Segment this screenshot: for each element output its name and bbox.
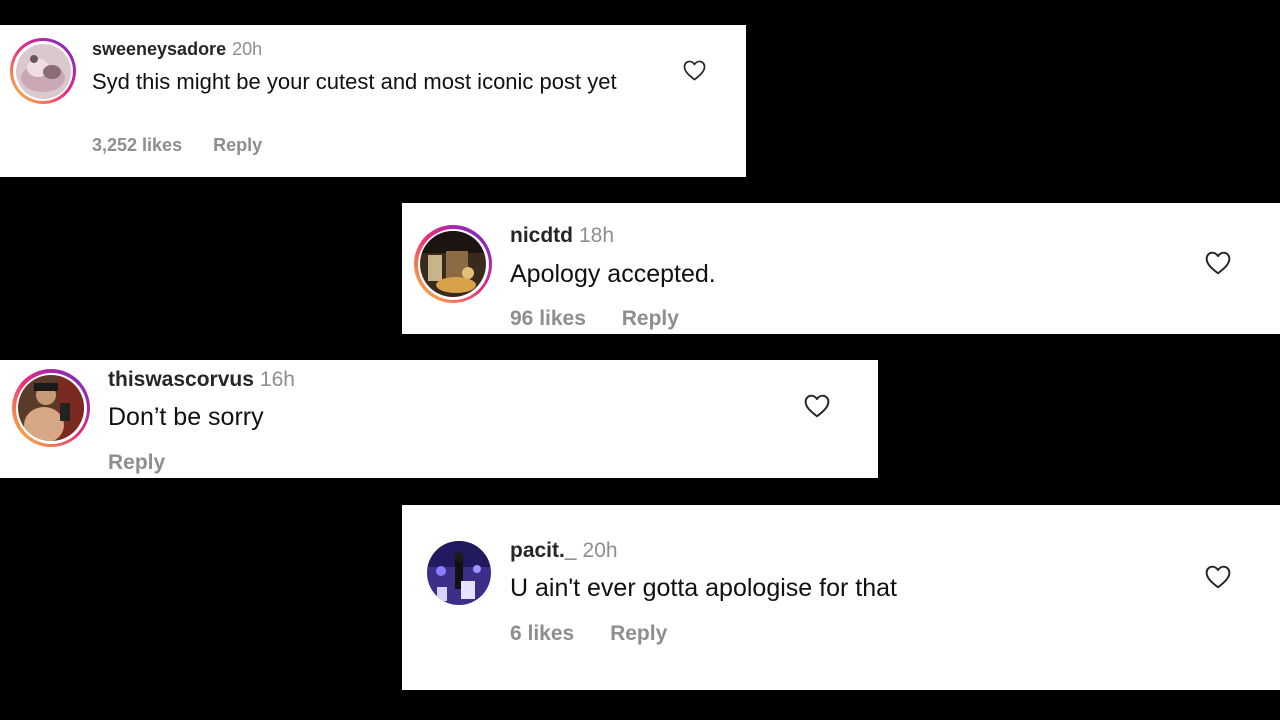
reply-button[interactable]: Reply [108, 451, 165, 474]
avatar [18, 375, 84, 441]
timestamp: 20h [582, 539, 618, 562]
likes-count[interactable]: 3,252 likes [92, 135, 182, 155]
reply-button[interactable]: Reply [610, 622, 667, 645]
likes-count[interactable]: 6 likes [510, 622, 574, 645]
comment-meta: 6 likes Reply [510, 622, 667, 646]
timestamp: 20h [232, 39, 263, 59]
likes-count[interactable]: 96 likes [510, 307, 586, 330]
comment-text: U ain't ever gotta apologise for that [510, 574, 897, 602]
comment-card: thiswascorvus 16h Don’t be sorry Reply [0, 360, 878, 478]
comment-meta: 96 likes Reply [510, 307, 679, 331]
reply-button[interactable]: Reply [622, 307, 679, 330]
reply-button[interactable]: Reply [213, 135, 262, 155]
username-link[interactable]: pacit._ [510, 539, 577, 562]
comment-meta: 3,252 likes Reply [92, 135, 262, 156]
avatar [15, 43, 71, 99]
comment-header: nicdtd 18h [510, 224, 614, 248]
timestamp: 16h [259, 368, 295, 391]
comment-text: Don’t be sorry [108, 403, 264, 431]
timestamp: 18h [579, 224, 615, 247]
comment-header: sweeneysadore 20h [92, 39, 262, 60]
comment-card: nicdtd 18h Apology accepted. 96 likes Rep… [402, 203, 1280, 334]
comment-text: Apology accepted. [510, 260, 716, 288]
comment-text: Syd this might be your cutest and most i… [92, 69, 617, 94]
username-link[interactable]: nicdtd [510, 224, 573, 247]
avatar-story-ring[interactable] [414, 225, 492, 303]
avatar-story-ring[interactable] [10, 38, 76, 104]
username-link[interactable]: sweeneysadore [92, 39, 226, 59]
avatar [420, 231, 486, 297]
comment-header: thiswascorvus 16h [108, 368, 295, 392]
comment-meta: Reply [108, 451, 165, 475]
comment-header: pacit._ 20h [510, 539, 618, 563]
heart-outline-icon[interactable] [804, 394, 830, 418]
username-link[interactable]: thiswascorvus [108, 368, 254, 391]
avatar-story-ring[interactable] [426, 540, 492, 606]
heart-outline-icon[interactable] [683, 60, 706, 81]
comment-card: pacit._ 20h U ain't ever gotta apologise … [402, 505, 1280, 690]
avatar-story-ring[interactable] [12, 369, 90, 447]
avatar [427, 541, 491, 605]
comment-collage: sweeneysadore 20h Syd this might be your … [0, 0, 1280, 720]
heart-outline-icon[interactable] [1205, 251, 1231, 275]
comment-card: sweeneysadore 20h Syd this might be your … [0, 25, 746, 177]
heart-outline-icon[interactable] [1205, 565, 1231, 589]
